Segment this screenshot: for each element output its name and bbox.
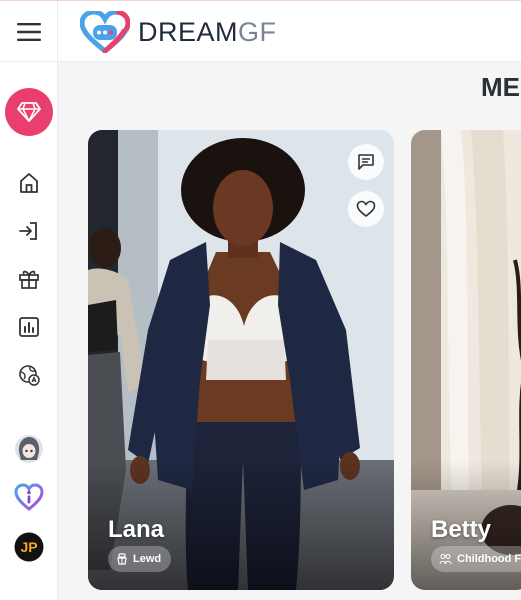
globe-translate-icon: [19, 365, 40, 386]
sidebar-item-anime-avatar[interactable]: [14, 434, 44, 464]
character-card-betty[interactable]: Betty Childhood F: [411, 130, 521, 590]
sidebar-item-login[interactable]: [14, 216, 44, 246]
maid-icon: [117, 553, 127, 565]
heart-logo-icon: [80, 11, 130, 53]
sidebar: JP: [0, 62, 58, 600]
menu-button[interactable]: [0, 1, 58, 63]
premium-button[interactable]: [5, 88, 53, 136]
character-tag-label: Lewd: [133, 553, 162, 565]
sidebar-item-jp-avatar[interactable]: JP: [14, 532, 44, 562]
diamond-icon: [17, 102, 41, 122]
sidebar-item-language[interactable]: [14, 360, 44, 390]
character-tag-label: Childhood F: [457, 553, 521, 565]
gift-icon: [19, 270, 39, 289]
info-heart-icon: [14, 483, 44, 511]
friends-icon: [439, 553, 452, 565]
character-card-lana[interactable]: Lana Lewd: [88, 130, 394, 590]
character-name: Lana: [108, 516, 165, 543]
sidebar-item-info-avatar[interactable]: [14, 482, 44, 512]
character-tag[interactable]: Lewd: [108, 546, 172, 572]
dreamgf-logo[interactable]: DREAMGF: [80, 11, 277, 53]
chat-icon: [358, 154, 374, 170]
sidebar-item-home[interactable]: [14, 168, 44, 198]
anime-avatar-icon: [15, 435, 43, 463]
sidebar-item-stats[interactable]: [14, 312, 44, 342]
character-name: Betty: [431, 516, 492, 543]
character-tag[interactable]: Childhood F: [431, 546, 521, 572]
logo-text: DREAMGF: [138, 16, 277, 47]
chat-button[interactable]: [348, 144, 384, 180]
svg-text:JP: JP: [20, 539, 37, 555]
section-title: ME: [481, 72, 520, 102]
home-icon: [20, 173, 38, 193]
login-icon: [19, 222, 37, 240]
chart-icon: [19, 317, 39, 337]
hamburger-icon: [16, 23, 41, 41]
favorite-button[interactable]: [348, 191, 384, 227]
heart-icon: [356, 200, 376, 218]
top-header: DREAMGF: [0, 0, 521, 63]
jp-badge-icon: JP: [14, 532, 44, 562]
sidebar-item-gift[interactable]: [14, 264, 44, 294]
